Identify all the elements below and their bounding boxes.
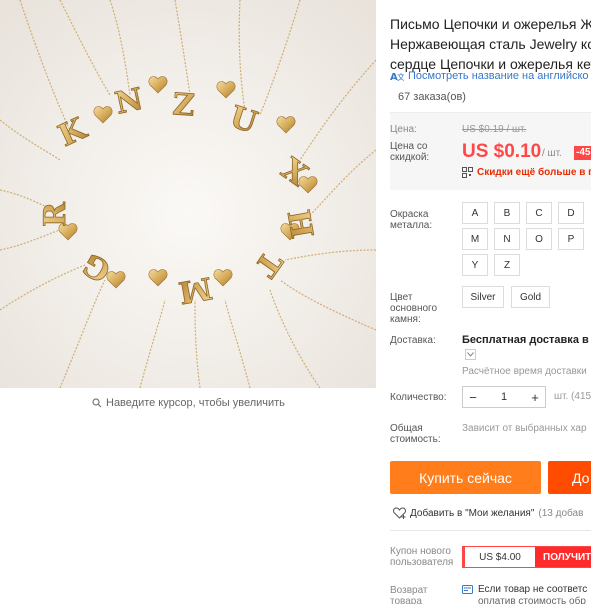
sku-option-n[interactable]: N: [494, 228, 520, 250]
product-info-panel: Письмо Цепочки и ожерелья Жен Нержавеюща…: [390, 0, 591, 604]
add-to-cart-button[interactable]: До: [548, 461, 591, 494]
shipping-dropdown-toggle[interactable]: [465, 349, 476, 360]
qr-code-icon: [462, 167, 473, 178]
buy-now-button[interactable]: Купить сейчас: [390, 461, 541, 494]
section-divider: [390, 530, 591, 531]
stone-color-label: Цвет основного камня:: [390, 292, 437, 325]
discount-price-label: Цена со скидкой:: [390, 141, 429, 163]
new-user-coupon: US $4.00 ПОЛУЧИТ: [462, 546, 591, 568]
discount-badge: -45: [574, 146, 591, 160]
new-user-coupon-label: Купон нового пользователя: [390, 546, 453, 568]
product-title: Письмо Цепочки и ожерелья Жен Нержавеюща…: [390, 14, 591, 74]
returns-policy-line: оплатив стоимость обр: [478, 596, 586, 604]
translate-icon: A 文: [390, 72, 404, 82]
sku-option-z[interactable]: Z: [494, 254, 520, 276]
sku-option-b[interactable]: B: [494, 202, 520, 224]
translate-link-text[interactable]: Посмотреть название на английско: [408, 70, 589, 82]
title-line: Письмо Цепочки и ожерелья Жен: [390, 16, 591, 32]
coupon-amount: US $4.00: [465, 547, 535, 567]
return-policy-icon: [462, 585, 473, 594]
total-price-label: Общая стоимость:: [390, 423, 441, 445]
wishlist-label[interactable]: Добавить в "Мои желания": [410, 508, 534, 519]
sku-option-o[interactable]: O: [526, 228, 552, 250]
label-line: Цвет: [390, 292, 413, 303]
magnifier-icon: [92, 398, 102, 408]
delivery-estimate: Расчётное время доставки: [462, 366, 587, 377]
sku-option-p[interactable]: P: [558, 228, 584, 250]
shipping-method: Бесплатная доставка в Ru: [462, 334, 591, 346]
sku-option-a[interactable]: A: [462, 202, 488, 224]
orders-count-text: 67 заказа(ов): [398, 91, 466, 103]
svg-text:文: 文: [397, 72, 404, 82]
zoom-hint-text: Наведите курсор, чтобы увеличить: [106, 397, 285, 409]
label-line: Купон нового: [390, 546, 451, 557]
quantity-input[interactable]: 1: [494, 391, 514, 403]
current-price: US $0.10: [462, 141, 542, 162]
translate-title-link[interactable]: A 文 Посмотреть название на английско: [390, 70, 589, 82]
price-label: Цена:: [390, 124, 417, 135]
app-discount-text[interactable]: Скидки ещё больше в п: [477, 167, 591, 178]
letter-m: M: [176, 269, 215, 309]
quantity-label: Количество:: [390, 392, 447, 403]
returns-policy: Если товар не соответс оплатив стоимость…: [462, 584, 587, 604]
total-price-value: Зависит от выбранных хар: [462, 423, 587, 434]
letter-z: Z: [171, 87, 195, 123]
quantity-decrease-button[interactable]: −: [463, 390, 483, 405]
label-line: камня:: [390, 314, 421, 325]
label-line: стоимость:: [390, 434, 441, 445]
label-line: товара: [390, 596, 422, 604]
returns-policy-line: Если товар не соответс: [478, 584, 588, 595]
stone-option-silver[interactable]: Silver: [462, 286, 504, 308]
old-price: US $0.19 / шт.: [462, 124, 527, 135]
sku-option-c[interactable]: C: [526, 202, 552, 224]
app-discount-link[interactable]: Скидки ещё больше в п: [462, 167, 591, 178]
zoom-hint: Наведите курсор, чтобы увеличить: [92, 397, 285, 409]
sku-option-d[interactable]: D: [558, 202, 584, 224]
letter-h: H: [280, 207, 319, 241]
get-coupon-button[interactable]: ПОЛУЧИТ: [535, 547, 591, 567]
label-line: Возврат: [390, 585, 428, 596]
label-line: металла:: [390, 220, 433, 231]
quantity-stepper: − 1 +: [462, 386, 546, 408]
wishlist-count: (13 добав: [538, 507, 584, 519]
heart-icon: [393, 507, 406, 519]
quantity-increase-button[interactable]: +: [525, 390, 545, 405]
metal-color-label: Окраска металла:: [390, 209, 432, 231]
sku-option-y[interactable]: Y: [462, 254, 488, 276]
discount-label-line: скидкой:: [390, 152, 430, 163]
letter-r: R: [38, 201, 73, 227]
price-unit: / шт.: [542, 148, 562, 159]
label-line: Общая: [390, 423, 423, 434]
title-line: Нержавеющая сталь Jewelry коль: [390, 36, 591, 52]
add-to-wishlist-link[interactable]: Добавить в "Мои желания" (13 добав: [393, 507, 583, 519]
stone-option-gold[interactable]: Gold: [511, 286, 550, 308]
orders-count: 67 заказа(ов): [390, 91, 466, 103]
returns-label: Возврат товара: [390, 585, 428, 604]
label-line: пользователя: [390, 557, 454, 568]
shipping-label: Доставка:: [390, 335, 436, 346]
label-line: основного: [390, 303, 438, 314]
label-line: Окраска: [390, 209, 429, 220]
product-image[interactable]: K N Z U X H T M G R: [0, 0, 376, 388]
chevron-down-icon: [467, 352, 474, 357]
sku-option-m[interactable]: M: [462, 228, 488, 250]
discount-label-line: Цена со: [390, 141, 428, 152]
stock-available: шт. (415: [554, 391, 591, 402]
necklace-photo: K N Z U X H T M G R: [0, 0, 376, 388]
